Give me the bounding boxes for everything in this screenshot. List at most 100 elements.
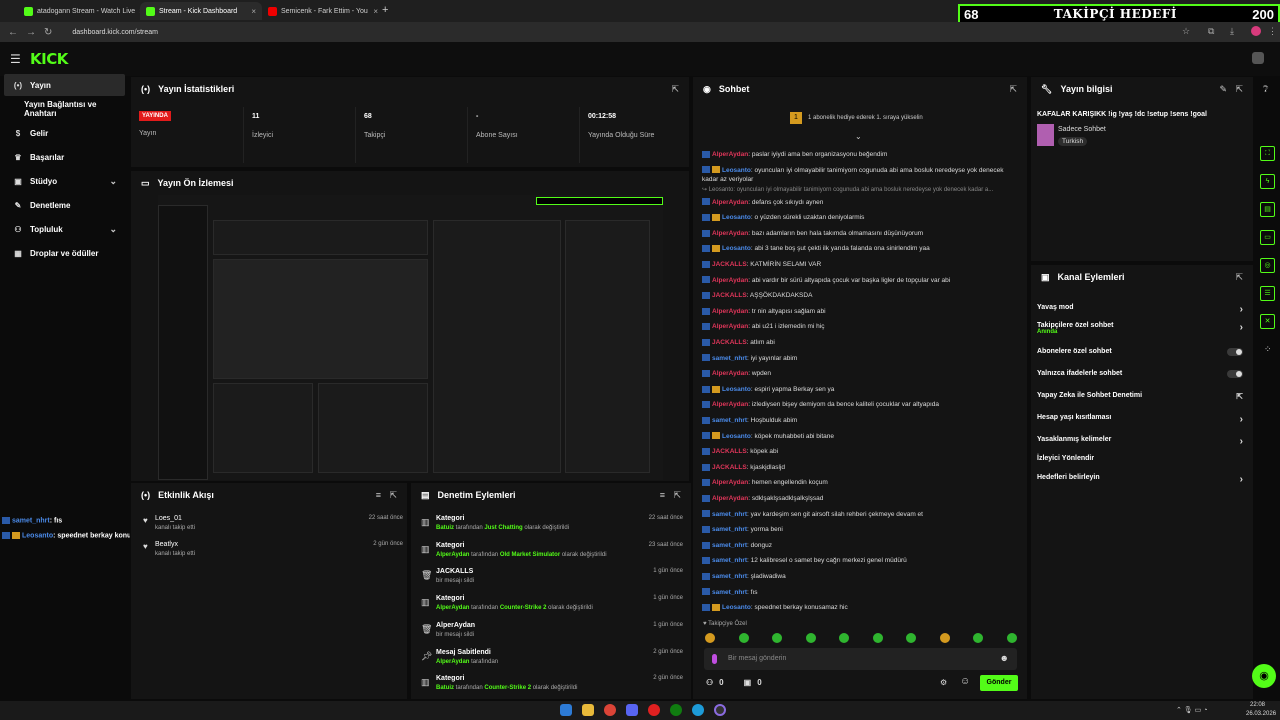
opera-icon[interactable] — [648, 704, 660, 716]
sidebar-item[interactable]: $ Gelir — [4, 122, 125, 144]
toggle-switch[interactable] — [1227, 370, 1243, 378]
popout-icon[interactable]: ⇱ — [1235, 272, 1243, 283]
channel-action-item[interactable]: Yavaş mod › — [1037, 304, 1247, 322]
chat-username[interactable]: Leosanto — [722, 167, 751, 174]
popout-icon[interactable]: ⇱ — [389, 490, 397, 501]
discord-icon[interactable] — [626, 704, 638, 716]
sidebar-item[interactable]: ✎ Denetleme — [4, 194, 125, 216]
help-icon[interactable]: ❔︎ — [1263, 84, 1268, 95]
forward-icon[interactable]: → — [26, 27, 36, 38]
floating-chat-button[interactable]: ◉ — [1252, 664, 1276, 688]
emote-icon[interactable] — [772, 633, 782, 643]
stream-preview-video[interactable] — [158, 195, 663, 480]
kick-logo[interactable]: KICK — [30, 50, 68, 68]
hamburger-icon[interactable]: ☰ — [10, 52, 21, 66]
emote-icon[interactable] — [872, 633, 883, 643]
downloads-icon[interactable]: ⤓ — [1230, 26, 1240, 36]
chat-username[interactable]: JACKALLS — [712, 261, 747, 268]
emote-picker-icon[interactable]: ☺ — [960, 676, 970, 687]
rail-scan-icon[interactable]: ⛶ — [1260, 146, 1275, 161]
browser-tab[interactable]: atadogann Stream - Watch Live× — [18, 2, 140, 20]
edit-icon[interactable]: ✎ — [1219, 84, 1227, 95]
emote-icon[interactable] — [906, 633, 916, 643]
xbox-icon[interactable] — [670, 704, 682, 716]
chat-username[interactable]: JACKALLS — [712, 292, 747, 299]
menu-icon[interactable]: ⋮ — [1268, 26, 1278, 36]
chat-username[interactable]: samet_nhrt — [712, 526, 747, 533]
chat-username[interactable]: AlperAydan — [712, 277, 748, 284]
chat-username[interactable]: AlperAydan — [712, 479, 748, 486]
reload-icon[interactable]: ↻ — [44, 27, 52, 38]
channel-action-item[interactable]: Yalnızca ifadelerle sohbet — [1037, 370, 1247, 388]
chat-username[interactable]: AlperAydan — [712, 230, 748, 237]
chat-username[interactable]: Leosanto — [722, 433, 751, 440]
chat-username[interactable]: Leosanto — [722, 214, 751, 221]
sidebar-item[interactable]: ⚇ Topluluk ⌄ — [4, 218, 125, 240]
filter-icon[interactable]: ≡ — [376, 490, 381, 500]
chat-username[interactable]: AlperAydan — [712, 401, 748, 408]
rail-wrench-icon[interactable]: ✕ — [1260, 314, 1275, 329]
chat-input[interactable]: Bir mesaj gönderin ☻ — [704, 648, 1017, 670]
category-name[interactable]: Sadece Sohbet — [1058, 126, 1106, 133]
filter-icon[interactable]: ≡ — [660, 490, 665, 500]
chat-username[interactable]: Leosanto — [722, 245, 751, 252]
rail-notes-icon[interactable]: ▤ — [1260, 202, 1275, 217]
send-button[interactable]: Gönder — [980, 675, 1018, 691]
chat-username[interactable]: samet_nhrt — [712, 557, 747, 564]
chat-username[interactable]: samet_nhrt — [712, 355, 747, 362]
chat-username[interactable]: samet_nhrt — [712, 511, 747, 518]
start-icon[interactable] — [560, 704, 572, 716]
channel-action-item[interactable]: Abonelere özel sohbet — [1037, 348, 1247, 366]
browser-tab[interactable]: Stream - Kick Dashboard × — [140, 2, 262, 20]
sidebar-item[interactable]: Yayın Bağlantısı ve Anahtarı — [4, 98, 125, 120]
popout-icon[interactable]: ⇱ — [673, 490, 681, 501]
users-icon[interactable]: ⚇ — [706, 678, 713, 687]
close-icon[interactable]: × — [251, 7, 256, 16]
rail-broadcast-icon[interactable]: ◎ — [1260, 258, 1275, 273]
rail-list-icon[interactable]: ☰ — [1260, 286, 1275, 301]
rail-apps-icon[interactable]: ⁘ — [1264, 344, 1272, 355]
chat-username[interactable]: AlperAydan — [712, 370, 748, 377]
chat-username[interactable]: AlperAydan — [712, 151, 748, 158]
popout-icon[interactable]: ⇱ — [671, 84, 679, 95]
chrome-icon[interactable] — [604, 704, 616, 716]
emote-icon[interactable] — [705, 633, 715, 643]
chat-username[interactable]: samet_nhrt — [712, 573, 747, 580]
file-explorer-icon[interactable] — [582, 704, 594, 716]
chat-username[interactable]: AlperAydan — [712, 199, 748, 206]
mic-icon[interactable] — [712, 654, 717, 664]
extensions-icon[interactable]: ⧉ — [1208, 26, 1218, 36]
gift-icon[interactable]: ▣ — [744, 678, 752, 687]
profile-avatar[interactable] — [1251, 26, 1261, 36]
browser-tab[interactable]: Semicenk - Fark Ettim - You × — [262, 2, 384, 20]
emote-icon[interactable] — [738, 633, 749, 643]
edge-icon[interactable] — [692, 704, 704, 716]
chat-username[interactable]: AlperAydan — [712, 323, 748, 330]
chat-username[interactable]: JACKALLS — [712, 448, 747, 455]
back-icon[interactable]: ← — [8, 27, 18, 38]
obs-icon[interactable] — [714, 704, 726, 716]
gift-banner[interactable]: 1 1 abonelik hediye ederek 1. sıraya yüks… — [790, 112, 923, 124]
star-icon[interactable]: ☆ — [1182, 26, 1192, 36]
emote-icon[interactable] — [973, 633, 983, 643]
sidebar-item[interactable]: ▣ Stüdyo ⌄ — [4, 170, 125, 192]
user-avatar[interactable] — [1252, 52, 1264, 64]
chat-username[interactable]: Leosanto — [722, 604, 751, 611]
emoji-icon[interactable]: ☻ — [1000, 653, 1009, 663]
channel-action-item[interactable]: İzleyici Yönlendir — [1037, 455, 1247, 473]
chat-username[interactable]: JACKALLS — [712, 339, 747, 346]
channel-action-item[interactable]: Hedefleri belirleyin › — [1037, 474, 1247, 492]
channel-action-item[interactable]: Hesap yaşı kısıtlaması › — [1037, 414, 1247, 432]
rail-chat-icon[interactable]: ▭ — [1260, 230, 1275, 245]
emote-icon[interactable] — [805, 633, 816, 643]
toggle-switch[interactable] — [1227, 348, 1243, 356]
rail-bolt-icon[interactable]: ϟ — [1260, 174, 1275, 189]
chat-username[interactable]: Leosanto — [722, 386, 751, 393]
chat-username[interactable]: AlperAydan — [712, 495, 748, 502]
chat-username[interactable]: AlperAydan — [712, 308, 748, 315]
channel-action-item[interactable]: Yapay Zeka ile Sohbet Denetimi ⇱ — [1037, 392, 1247, 410]
chat-username[interactable]: samet_nhrt — [712, 542, 747, 549]
chat-username[interactable]: samet_nhrt — [712, 417, 747, 424]
chat-username[interactable]: JACKALLS — [712, 464, 747, 471]
settings-icon[interactable]: ⚙ — [940, 678, 947, 687]
